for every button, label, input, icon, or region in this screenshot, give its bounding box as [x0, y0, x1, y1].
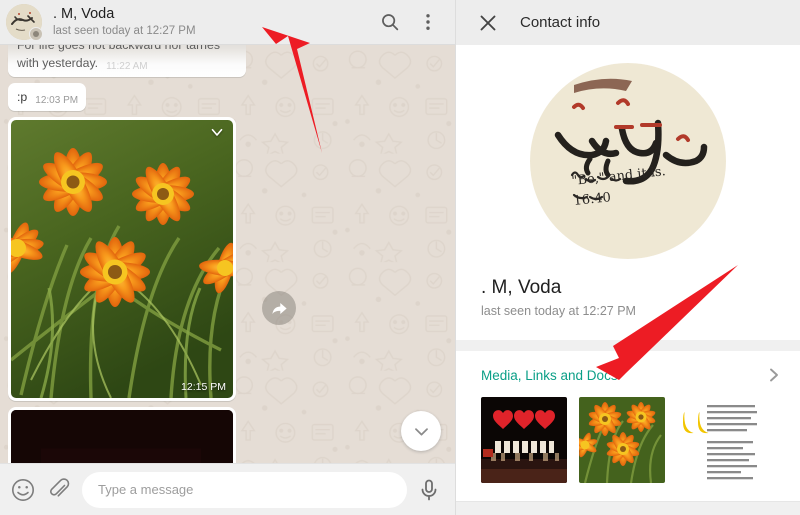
microphone-icon[interactable]	[417, 478, 441, 502]
chat-header-text: . M, Voda last seen today at 12:27 PM	[53, 6, 379, 39]
message-input[interactable]	[82, 471, 407, 508]
avatar[interactable]	[6, 4, 43, 41]
paperclip-icon[interactable]	[46, 477, 72, 503]
chevron-right-icon[interactable]	[766, 367, 782, 383]
message-row[interactable]: For life goes not backward nor tarries w…	[8, 45, 437, 77]
message-menu-chevron-down-icon[interactable]	[204, 122, 230, 142]
search-icon[interactable]	[379, 11, 401, 33]
chat-pane: . M, Voda last seen today at 12:27 PM Fo…	[0, 0, 455, 515]
message-time: 12:15 PM	[181, 381, 226, 393]
section-divider	[456, 340, 800, 351]
media-thumbnail[interactable]	[579, 397, 665, 483]
media-section: Media, Links and Docs	[456, 351, 800, 501]
message-row[interactable]: :p 12:03 PM	[8, 83, 437, 111]
contact-avatar[interactable]: "Be," and it is. 16:40	[530, 63, 726, 259]
chat-header[interactable]: . M, Voda last seen today at 12:27 PM	[0, 0, 455, 45]
message-bubble-image[interactable]	[8, 407, 236, 463]
message-list[interactable]: For life goes not backward nor tarries w…	[0, 45, 455, 463]
contact-name: . M, Voda	[481, 277, 562, 298]
media-thumbnails	[456, 393, 800, 501]
message-photo[interactable]: 12:15 PM	[11, 120, 233, 398]
message-time: 12:03 PM	[35, 95, 79, 106]
close-icon[interactable]	[478, 13, 498, 33]
contact-info-pane: Contact info "Be," and it is. 16:40 . M,…	[455, 0, 800, 515]
message-text: :p	[17, 90, 28, 104]
chat-contact-name: . M, Voda	[53, 5, 115, 22]
message-row[interactable]: 12:15 PM	[8, 117, 437, 401]
message-photo[interactable]	[11, 410, 233, 463]
avatar-status-badge	[29, 27, 43, 41]
message-composer	[0, 463, 455, 515]
scroll-to-bottom-button[interactable]	[401, 411, 441, 451]
contact-profile-card: "Be," and it is. 16:40 . M, Voda last se…	[456, 45, 800, 340]
message-row[interactable]	[8, 407, 437, 463]
contact-info-header: Contact info	[456, 0, 800, 45]
message-bubble-text[interactable]: For life goes not backward nor tarries w…	[8, 45, 246, 77]
chat-contact-status: last seen today at 12:27 PM	[53, 24, 196, 37]
message-time: 11:22 AM	[106, 61, 148, 72]
message-bubble-text[interactable]: :p 12:03 PM	[8, 83, 87, 111]
media-thumbnail[interactable]	[677, 397, 763, 483]
media-links-docs-row[interactable]: Media, Links and Docs	[456, 351, 800, 393]
chat-header-actions	[379, 11, 447, 33]
contact-info-title: Contact info	[520, 14, 601, 31]
more-options-icon[interactable]	[417, 11, 439, 33]
emoji-smiley-icon[interactable]	[10, 477, 36, 503]
forward-message-button[interactable]	[262, 291, 296, 325]
panel-bottom-area	[456, 501, 800, 515]
whatsapp-window: . M, Voda last seen today at 12:27 PM Fo…	[0, 0, 800, 515]
message-bubble-image[interactable]: 12:15 PM	[8, 117, 236, 401]
media-links-docs-label: Media, Links and Docs	[481, 367, 618, 383]
contact-last-seen: last seen today at 12:27 PM	[481, 304, 636, 318]
media-thumbnail[interactable]	[481, 397, 567, 483]
